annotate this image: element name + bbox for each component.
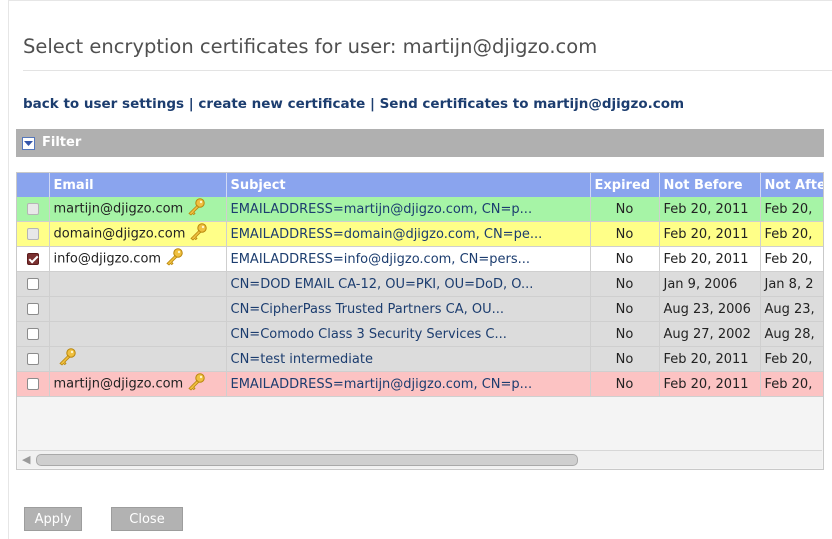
email-cell: martijn@djigzo.com <box>49 197 227 222</box>
table-header-row: Email Subject Expired Not Before Not Aft… <box>17 173 823 197</box>
not-after-cell: Feb 20, <box>760 346 823 372</box>
expired-cell: No <box>590 346 660 372</box>
chevron-left-icon[interactable]: ◀ <box>22 453 30 466</box>
not-before-cell: Feb 20, 2011 <box>659 221 761 247</box>
row-select-checkbox[interactable] <box>26 278 39 290</box>
subject-cell: EMAILADDRESS=martijn@djigzo.com, CN=p... <box>226 371 591 397</box>
subject-cell: EMAILADDRESS=info@djigzo.com, CN=pers... <box>226 246 591 272</box>
row-select-checkbox <box>26 228 39 240</box>
row-select-cell <box>17 271 50 297</box>
column-header-expired[interactable]: Expired <box>590 173 660 197</box>
not-before-cell: Feb 20, 2011 <box>659 346 761 372</box>
row-select-checkbox[interactable] <box>26 303 39 315</box>
row-select-cell <box>17 246 50 272</box>
table-row[interactable]: CN=DOD EMAIL CA-12, OU=PKI, OU=DoD, O...… <box>17 271 823 297</box>
not-before-cell: Jan 9, 2006 <box>659 271 761 297</box>
row-select-checkbox[interactable] <box>26 328 39 340</box>
title-divider <box>23 70 832 71</box>
not-after-cell: Aug 23, <box>760 296 823 322</box>
not-before-cell: Feb 20, 2011 <box>659 371 761 397</box>
not-before-cell: Aug 23, 2006 <box>659 296 761 322</box>
table-row[interactable]: info@djigzo.com EMAILADDRESS=info@djigzo.… <box>17 246 823 272</box>
subject-cell: EMAILADDRESS=martijn@djigzo.com, CN=p... <box>226 197 591 222</box>
column-header-not-before[interactable]: Not Before <box>659 173 761 197</box>
not-after-cell: Jan 8, 2 <box>760 271 823 297</box>
key-icon <box>188 223 208 245</box>
certificates-table: Email Subject Expired Not Before Not Aft… <box>17 173 823 397</box>
subject-cell: CN=DOD EMAIL CA-12, OU=PKI, OU=DoD, O... <box>226 271 591 297</box>
filter-bar[interactable]: Filter <box>16 129 824 157</box>
email-text: martijn@djigzo.com <box>53 201 184 217</box>
table-row[interactable]: martijn@djigzo.com EMAILADDRESS=martijn@d… <box>17 197 823 222</box>
email-cell <box>49 346 227 372</box>
expired-cell: No <box>590 321 660 347</box>
back-to-user-settings-link[interactable]: back to user settings <box>23 96 184 112</box>
column-header-subject[interactable]: Subject <box>226 173 591 197</box>
email-cell <box>49 296 227 322</box>
not-after-cell: Feb 20, <box>760 221 823 247</box>
not-after-cell: Aug 28, <box>760 321 823 347</box>
link-separator: | <box>188 96 194 112</box>
column-header-email[interactable]: Email <box>49 173 227 197</box>
expired-cell: No <box>590 221 660 247</box>
expired-cell: No <box>590 271 660 297</box>
expired-cell: No <box>590 371 660 397</box>
table-row[interactable]: CN=test intermediate No Feb 20, 2011 Feb 20… <box>17 346 823 372</box>
certificates-grid: Email Subject Expired Not Before Not Aft… <box>16 172 824 470</box>
column-header-select <box>17 173 50 197</box>
expired-cell: No <box>590 197 660 222</box>
scrollbar-thumb[interactable] <box>36 454 578 466</box>
email-text: domain@djigzo.com <box>53 226 186 242</box>
table-row[interactable]: martijn@djigzo.com EMAILADDRESS=martijn@d… <box>17 371 823 397</box>
row-select-cell <box>17 321 50 347</box>
table-row[interactable]: CN=Comodo Class 3 Security Services C...… <box>17 321 823 347</box>
key-icon <box>164 248 184 270</box>
not-after-cell: Feb 20, <box>760 246 823 272</box>
table-row[interactable]: domain@djigzo.com EMAILADDRESS=domain@dji… <box>17 221 823 247</box>
horizontal-scrollbar[interactable]: ◀ <box>18 450 822 468</box>
subject-cell: EMAILADDRESS=domain@djigzo.com, CN=pe... <box>226 221 591 247</box>
email-cell: info@djigzo.com <box>49 246 227 272</box>
email-text: info@djigzo.com <box>53 251 162 267</box>
page-title: Select encryption certificates for user:… <box>23 35 598 58</box>
subject-cell: CN=CipherPass Trusted Partners CA, OU... <box>226 296 591 322</box>
action-links: back to user settings | create new certi… <box>23 96 684 112</box>
email-cell <box>49 271 227 297</box>
row-select-checkbox[interactable] <box>26 353 39 365</box>
filter-label: Filter <box>42 135 82 150</box>
expired-cell: No <box>590 296 660 322</box>
key-icon <box>186 373 206 395</box>
email-cell <box>49 321 227 347</box>
row-select-cell <box>17 197 50 222</box>
row-select-checkbox <box>26 203 39 215</box>
not-before-cell: Feb 20, 2011 <box>659 246 761 272</box>
not-before-cell: Feb 20, 2011 <box>659 197 761 222</box>
column-header-not-after[interactable]: Not After <box>760 173 823 197</box>
create-new-certificate-link[interactable]: create new certificate <box>198 96 365 112</box>
subject-cell: CN=test intermediate <box>226 346 591 372</box>
email-text: martijn@djigzo.com <box>53 376 184 392</box>
row-select-cell <box>17 371 50 397</box>
not-after-cell: Feb 20, <box>760 197 823 222</box>
not-after-cell: Feb 20, <box>760 371 823 397</box>
email-cell: martijn@djigzo.com <box>49 371 227 397</box>
close-button[interactable]: Close <box>111 507 183 531</box>
key-icon <box>57 348 77 370</box>
send-certificates-link[interactable]: Send certificates to martijn@djigzo.com <box>380 96 684 112</box>
chevron-down-icon[interactable] <box>22 137 35 150</box>
table-row[interactable]: CN=CipherPass Trusted Partners CA, OU...… <box>17 296 823 322</box>
expired-cell: No <box>590 246 660 272</box>
email-cell: domain@djigzo.com <box>49 221 227 247</box>
row-select-cell <box>17 296 50 322</box>
apply-button[interactable]: Apply <box>24 507 82 531</box>
link-separator: | <box>369 96 375 112</box>
row-select-checkbox[interactable] <box>26 378 39 390</box>
row-select-cell <box>17 346 50 372</box>
subject-cell: CN=Comodo Class 3 Security Services C... <box>226 321 591 347</box>
row-select-checkbox[interactable] <box>26 253 39 265</box>
key-icon <box>186 198 206 220</box>
row-select-cell <box>17 221 50 247</box>
not-before-cell: Aug 27, 2002 <box>659 321 761 347</box>
